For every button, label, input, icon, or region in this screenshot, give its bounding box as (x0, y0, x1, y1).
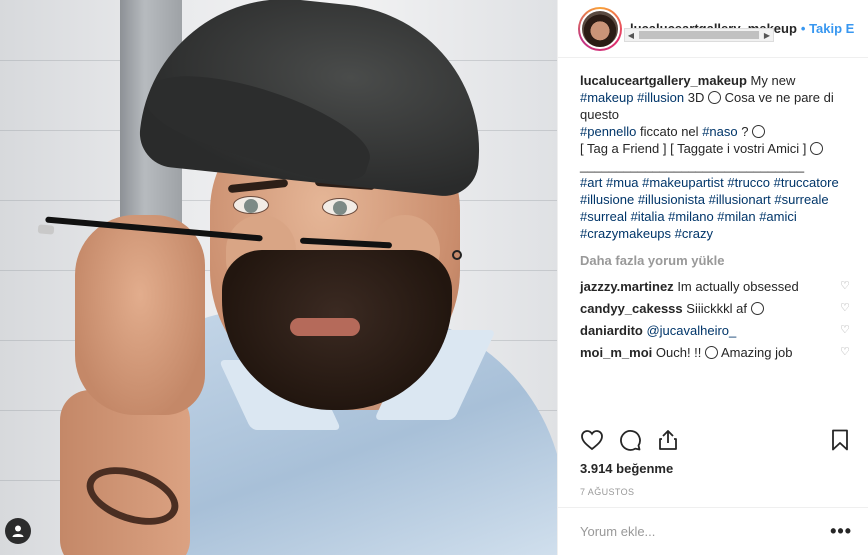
instagram-post-view: lucaluceartgallery_makeup • Takip E ◀ ▶ … (0, 0, 868, 555)
horizontal-scrollbar[interactable]: ◀ ▶ (624, 28, 774, 42)
like-comment-heart-icon[interactable]: ♡ (840, 324, 852, 336)
smile-emoji-icon (810, 142, 824, 155)
comment-text: Im actually obsessed (677, 279, 799, 294)
mention-link[interactable]: @jucavalheiro_ (646, 323, 736, 338)
comment-username[interactable]: candyy_cakesss (580, 301, 683, 316)
comment-icon[interactable] (618, 428, 642, 452)
laughing-emoji-icon (705, 346, 719, 359)
fire-emoji-icon (750, 302, 764, 315)
avatar[interactable] (580, 8, 620, 49)
hashtag-link[interactable]: #illusion (637, 90, 684, 105)
scroll-right-icon[interactable]: ▶ (761, 31, 773, 40)
post-sidebar: lucaluceartgallery_makeup • Takip E ◀ ▶ … (557, 0, 868, 555)
eye-right (322, 198, 358, 216)
bookmark-icon[interactable] (828, 428, 852, 452)
load-more-comments-link[interactable]: Daha fazla yorum yükle (580, 252, 852, 269)
comment-item: candyy_cakesss Siiickkkl af ♡ (580, 300, 852, 317)
comment-username[interactable]: jazzzy.martinez (580, 279, 674, 294)
caption: lucaluceartgallery_makeup My new #makeup… (580, 72, 852, 242)
caption-text: My new (750, 73, 796, 88)
hashtag-link[interactable]: #makeup (580, 90, 633, 105)
comment-item: moi_m_moi Ouch! !! Amazing job ♡ (580, 344, 852, 361)
heart-icon[interactable] (580, 428, 604, 452)
laughing-emoji-icon (752, 125, 766, 138)
add-comment-bar: ••• (558, 507, 868, 555)
earring (452, 250, 462, 260)
post-photo[interactable] (0, 0, 557, 555)
comment-username[interactable]: daniardito (580, 323, 643, 338)
like-comment-heart-icon[interactable]: ♡ (840, 280, 852, 292)
caption-text: 3D (687, 90, 705, 105)
brush-tip (37, 224, 55, 235)
like-comment-heart-icon[interactable]: ♡ (840, 302, 852, 314)
caption-username[interactable]: lucaluceartgallery_makeup (580, 73, 747, 88)
hashtag-link[interactable]: #naso (702, 124, 737, 139)
comment-text: Amazing job (720, 345, 793, 360)
mouth (290, 318, 360, 336)
likes-count[interactable]: 3.914 beğenme (580, 461, 673, 476)
comment-input[interactable] (580, 524, 831, 539)
caption-text: [ Tag a Friend ] [ Taggate i vostri Amic… (580, 141, 807, 156)
follow-button[interactable]: • Takip E (801, 21, 854, 36)
more-options-icon[interactable]: ••• (830, 521, 852, 542)
eye-left (233, 196, 269, 214)
comment-item: daniardito @jucavalheiro_ ♡ (580, 322, 852, 339)
post-header: lucaluceartgallery_makeup • Takip E ◀ ▶ (558, 0, 868, 58)
caption-text: ? (741, 124, 749, 139)
hand (75, 215, 205, 415)
comments-list: lucaluceartgallery_makeup My new #makeup… (558, 58, 868, 418)
scroll-thumb[interactable] (639, 31, 759, 39)
hashtag-link[interactable]: #pennello (580, 124, 636, 139)
smile-emoji-icon (707, 91, 721, 104)
share-icon[interactable] (656, 428, 680, 452)
comment-item: jazzzy.martinez Im actually obsessed ♡ (580, 278, 852, 295)
comment-text: Ouch! !! (655, 345, 702, 360)
caption-divider: _______________________________ (580, 158, 805, 173)
like-comment-heart-icon[interactable]: ♡ (840, 346, 852, 358)
hashtag-list[interactable]: #art #mua #makeupartist #trucco #truccat… (580, 175, 839, 241)
comment-username[interactable]: moi_m_moi (580, 345, 652, 360)
story-ring[interactable] (578, 6, 622, 51)
comment-text: Siiickkkl af (686, 301, 747, 316)
post-date: 7 AĞUSTOS (580, 487, 635, 497)
scroll-left-icon[interactable]: ◀ (625, 31, 637, 40)
caption-text: ficcato nel (640, 124, 699, 139)
user-tag-icon[interactable] (5, 518, 31, 544)
post-actions (580, 425, 852, 455)
